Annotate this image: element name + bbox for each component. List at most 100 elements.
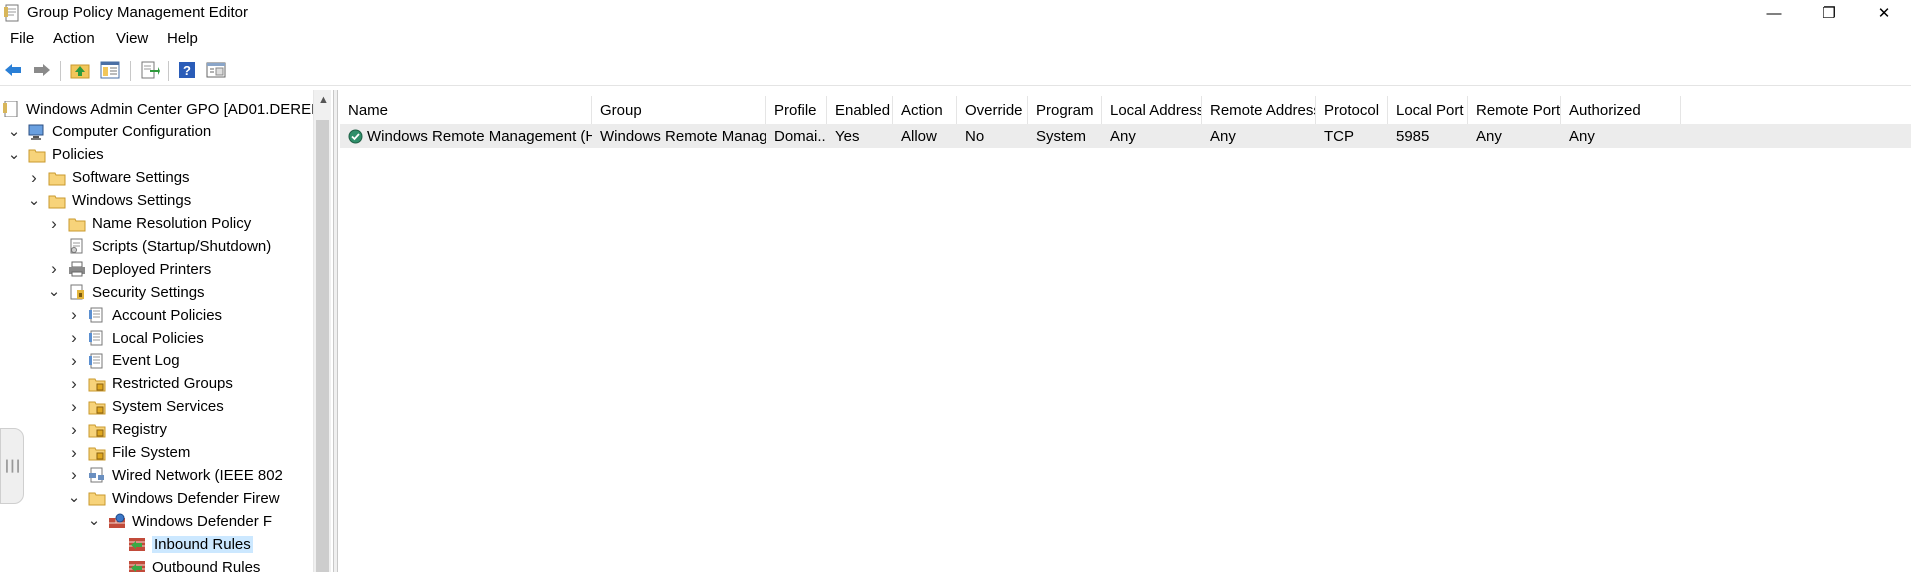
close-button[interactable]: ✕ [1861,0,1907,26]
up-one-level-button[interactable] [69,59,91,81]
chevron-right-icon[interactable]: › [66,328,82,348]
tree-item-scripts-startup-shutdown[interactable]: Scripts (Startup/Shutdown) [46,235,271,257]
chevron-down-icon[interactable]: ⌄ [6,147,22,162]
scrollbar-thumb[interactable] [316,120,329,572]
cell-remote-address: Any [1202,124,1316,148]
column-header-override[interactable]: Override [957,96,1028,124]
tree-item-label: Windows Admin Center GPO [AD01.DEREK [26,100,322,118]
properties-button[interactable] [205,59,227,81]
tree-item-name-resolution-policy[interactable]: › Name Resolution Policy [46,213,251,235]
tree-item-software-settings[interactable]: › Software Settings [26,167,189,189]
tree-item-security-settings[interactable]: ⌄ Security Settings [46,281,205,303]
tree-item-system-services[interactable]: › System Services [66,396,224,418]
scroll-up-icon[interactable]: ▲ [318,94,329,106]
cell-local-port: 5985 [1388,124,1468,148]
printer-icon [69,261,85,277]
tree-item-policies[interactable]: ⌄ Policies [6,144,104,166]
chevron-right-icon[interactable]: › [66,351,82,371]
grip-icon: ┃┃┃ [3,460,22,473]
gpo-editor-icon [4,4,19,22]
column-header-protocol[interactable]: Protocol [1316,96,1388,124]
forward-button[interactable] [31,59,53,81]
chevron-right-icon[interactable]: › [46,214,62,234]
column-header-remote-address[interactable]: Remote Address [1202,96,1316,124]
cell-group: Windows Remote Manage... [592,124,766,148]
locked-folder-icon [88,401,106,415]
tree-item-file-system[interactable]: › File System [66,442,190,464]
chevron-right-icon[interactable]: › [66,420,82,440]
tree-item-outbound-rules[interactable]: Outbound Rules [106,556,260,572]
tree-item-computer-configuration[interactable]: ⌄ Computer Configuration [6,121,212,143]
back-button[interactable] [2,59,24,81]
tree-item-local-policies[interactable]: › Local Policies [66,327,204,349]
column-header-action[interactable]: Action [893,96,957,124]
chevron-right-icon[interactable]: › [66,305,82,325]
column-header-profile[interactable]: Profile [766,96,827,124]
chevron-right-icon[interactable]: › [66,374,82,394]
tree-item-account-policies[interactable]: › Account Policies [66,304,222,326]
restore-icon: ❐ [1822,5,1836,22]
minimize-button[interactable]: — [1751,0,1797,26]
locked-folder-icon [88,378,106,392]
menu-help[interactable]: Help [167,30,198,47]
column-header-authorized[interactable]: Authorized [1561,96,1681,124]
tree-item-label: Registry [112,421,168,439]
tree-item-label: Scripts (Startup/Shutdown) [92,237,272,255]
chevron-down-icon[interactable]: ⌄ [26,193,42,208]
menu-file[interactable]: File [10,30,34,47]
tree-item-label: Event Log [112,352,180,370]
column-header-remote-port[interactable]: Remote Port [1468,96,1561,124]
chevron-down-icon[interactable]: ⌄ [86,513,102,528]
tree-item-registry[interactable]: › Registry [66,419,167,441]
cell-local-address: Any [1102,124,1202,148]
tree-item-wired-network-ieee-802[interactable]: › Wired Network (IEEE 802 [66,464,283,486]
tree-item-windows-defender-firew[interactable]: ⌄ Windows Defender Firew [66,487,280,509]
cell-text: Windows Remote Manage... [600,127,766,145]
pane-splitter[interactable] [333,90,338,572]
tree-item-deployed-printers[interactable]: › Deployed Printers [46,258,211,280]
menu-view[interactable]: View [116,30,148,47]
side-panel-handle[interactable]: ┃┃┃ [0,428,24,504]
column-header-group[interactable]: Group [592,96,766,124]
cell-text: Any [1110,127,1136,145]
rule-enabled-icon [348,129,363,143]
column-header-program[interactable]: Program [1028,96,1102,124]
chevron-right-icon[interactable]: › [66,443,82,463]
chevron-down-icon[interactable]: ⌄ [46,284,62,299]
cell-protocol: TCP [1316,124,1388,148]
restore-button[interactable]: ❐ [1806,0,1852,26]
tree-item-label: Name Resolution Policy [92,215,252,232]
cell-text: Windows Remote Management (HTTP-In) [367,127,592,145]
column-header-local-port[interactable]: Local Port [1388,96,1468,124]
show-hide-tree-button[interactable] [99,59,121,81]
tree-item-windows-admin-center-gpo-ad01-derek[interactable]: Windows Admin Center GPO [AD01.DEREK [2,98,321,120]
tree-vertical-scrollbar[interactable]: ▲ [313,90,331,572]
cell-authorized: Any [1561,124,1681,148]
help-button[interactable]: ? [176,59,198,81]
tree-item-event-log[interactable]: › Event Log [66,350,180,372]
svg-text:?: ? [183,63,191,78]
chevron-right-icon[interactable]: › [66,465,82,485]
table-row[interactable]: Windows Remote Management (HTTP-In) Windo… [340,124,1911,148]
tree-item-windows-defender-f[interactable]: ⌄ Windows Defender F [86,510,272,532]
column-header-name[interactable]: Name [340,96,592,124]
chevron-down-icon[interactable]: ⌄ [66,490,82,505]
cell-text: 5985 [1396,127,1430,145]
column-header-enabled[interactable]: Enabled [827,96,893,124]
chevron-right-icon[interactable]: › [66,397,82,417]
cell-profile: Domai... [766,124,827,148]
tree-item-windows-settings[interactable]: ⌄ Windows Settings [26,190,192,212]
column-header-local-address[interactable]: Local Address [1102,96,1202,124]
export-list-button[interactable] [139,59,161,81]
firewall-icon [109,513,125,529]
chevron-right-icon[interactable]: › [26,168,42,188]
cell-action: Allow [893,124,957,148]
chevron-down-icon[interactable]: ⌄ [6,124,22,139]
folder-icon [48,172,66,186]
locked-folder-icon [88,424,106,438]
chevron-right-icon[interactable]: › [46,259,62,279]
show-hide-tree-icon [100,61,120,79]
tree-item-inbound-rules[interactable]: Inbound Rules [106,533,253,555]
menu-action[interactable]: Action [53,30,95,47]
tree-item-restricted-groups[interactable]: › Restricted Groups [66,373,233,395]
